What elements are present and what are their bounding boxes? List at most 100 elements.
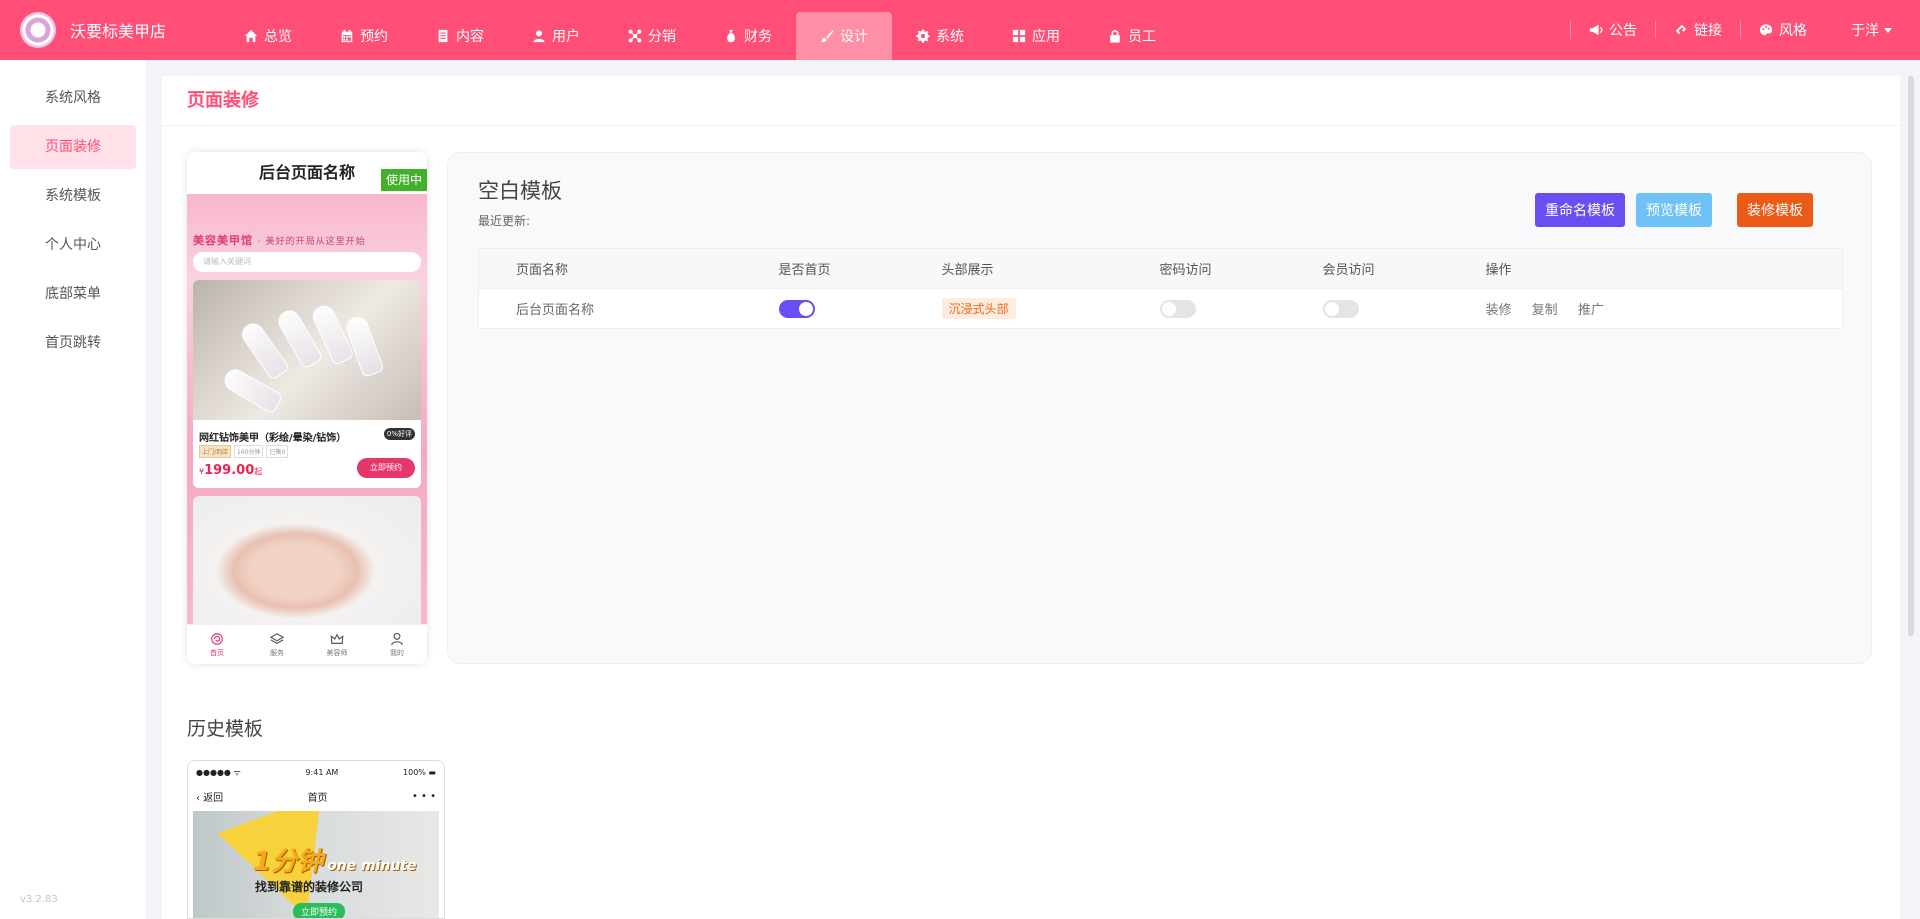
phone-preview[interactable]: 后台页面名称 使用中 美容美甲馆 · 美好的开局从这里开始 请输入关键词 网红钻…	[187, 152, 427, 664]
brush-icon	[820, 29, 834, 43]
decorate-template-button[interactable]: 装修模板	[1737, 193, 1813, 227]
product-tag: 160分钟	[234, 445, 264, 458]
palette-icon	[1759, 24, 1773, 36]
header-type-chip: 沉浸式头部	[941, 298, 1016, 319]
nav-label: 员工	[1128, 29, 1156, 45]
page-scrollbar[interactable]	[1908, 76, 1914, 636]
nav-item-staff[interactable]: 员工	[1084, 12, 1180, 60]
phone-banner: 美容美甲馆 · 美好的开局从这里开始	[193, 232, 366, 248]
nav-item-finance[interactable]: 财务	[700, 12, 796, 60]
sidebar-item-personal-center[interactable]: 个人中心	[10, 223, 136, 267]
phone-header: 后台页面名称 使用中	[187, 152, 427, 194]
tab-service: 服务	[247, 625, 307, 664]
link-label: 链接	[1694, 23, 1722, 39]
nail-product-image	[193, 280, 421, 420]
actions-cell: 装修 复制 推广	[1486, 289, 1843, 329]
rename-template-button[interactable]: 重命名模板	[1535, 193, 1625, 227]
sidebar-item-system-template[interactable]: 系统模板	[10, 174, 136, 218]
sidebar-item-page-decoration[interactable]: 页面装修	[10, 125, 136, 169]
nav-label: 应用	[1032, 29, 1060, 45]
phone-nav-title: 首页	[307, 792, 328, 804]
product-tags: 上门/到店 160分钟 已售0	[199, 445, 289, 458]
banner-subtitle: · 美好的开局从这里开始	[257, 237, 366, 247]
rating-badge: 0%好评	[383, 428, 415, 440]
password-access-toggle[interactable]	[1159, 299, 1196, 318]
main-content: 页面装修 后台页面名称 使用中 美容美甲馆 · 美好的开局从这里开始 请输入关键…	[162, 76, 1900, 919]
product-tag: 上门/到店	[199, 445, 232, 458]
history-banner-image: 1分钟 one minute 找到靠谱的装修公司 立即预约	[193, 811, 439, 918]
is-home-toggle[interactable]	[778, 299, 815, 318]
phone-page-name: 后台页面名称	[258, 163, 355, 182]
home-tab-icon	[211, 632, 223, 645]
nav-label: 财务	[744, 29, 772, 45]
sidebar-item-bottom-menu[interactable]: 底部菜单	[10, 272, 136, 316]
history-title: 历史模板	[187, 718, 264, 740]
style-link[interactable]: 风格	[1740, 21, 1825, 39]
nav-label: 总览	[264, 29, 292, 45]
top-navigation-bar: 沃要标美甲店 总览 预约 内容 用户 分销 财务 设计 系统 应用 员工 公告 …	[0, 0, 1920, 60]
username: 于洋	[1851, 23, 1879, 39]
calendar-icon	[341, 29, 353, 43]
grid-icon	[1012, 29, 1026, 43]
price-unit: 起	[254, 467, 263, 476]
decorate-action[interactable]: 装修	[1486, 303, 1512, 318]
signal-indicator: ●●●●● ᯤ	[196, 767, 241, 777]
announcement-link[interactable]: 公告	[1570, 21, 1655, 39]
store-name: 沃要标美甲店	[70, 22, 167, 41]
battery-percent: 100%	[403, 767, 426, 777]
nav-item-overview[interactable]: 总览	[220, 12, 316, 60]
phone-nav-bar: ‹ 返回 首页 • • •	[188, 783, 444, 809]
nav-item-design[interactable]: 设计	[796, 12, 892, 60]
promote-action[interactable]: 推广	[1578, 303, 1604, 318]
history-template-card[interactable]: ●●●●● ᯤ 9:41 AM 100% ▬ ‹ 返回 首页 • • • 1分钟…	[187, 760, 445, 919]
banner-subtitle: 找到靠谱的装修公司	[255, 880, 364, 894]
style-label: 风格	[1779, 23, 1807, 39]
link-link[interactable]: 链接	[1655, 21, 1740, 39]
copy-action[interactable]: 复制	[1532, 303, 1558, 318]
header-display-cell: 沉浸式头部	[941, 289, 1160, 329]
user-menu[interactable]: 于洋	[1825, 20, 1892, 40]
col-member-access: 会员访问	[1322, 248, 1486, 289]
nav-item-users[interactable]: 用户	[508, 12, 604, 60]
product-tag: 已售0	[266, 445, 289, 458]
preview-template-button[interactable]: 预览模板	[1636, 193, 1712, 227]
col-actions: 操作	[1485, 248, 1843, 289]
chevron-down-icon	[1884, 27, 1892, 33]
nav-item-system[interactable]: 系统	[892, 12, 988, 60]
password-access-cell	[1159, 289, 1323, 329]
tab-label: 美容师	[326, 648, 348, 657]
sidebar-item-system-style[interactable]: 系统风格	[10, 76, 136, 120]
tab-home: 首页	[187, 625, 247, 664]
money-bag-icon	[727, 29, 735, 43]
last-updated-label: 最近更新:	[478, 214, 531, 228]
nav-item-content[interactable]: 内容	[412, 12, 508, 60]
phone-tab-bar: 首页 服务 美容师 我的	[187, 624, 427, 664]
announcement-label: 公告	[1609, 23, 1637, 39]
pages-table: 页面名称 是否首页 头部展示 密码访问 会员访问 操作 后台页面名称 沉浸式头部…	[478, 248, 1843, 329]
brand[interactable]: 沃要标美甲店	[0, 12, 220, 48]
banner-button: 立即预约	[293, 903, 346, 918]
product-price: ¥199.00起	[199, 463, 262, 478]
table-row: 后台页面名称 沉浸式头部 装修 复制 推广	[479, 289, 1843, 329]
nav-item-booking[interactable]: 预约	[316, 12, 412, 60]
banner-big-text: 1分钟	[253, 847, 324, 877]
nav-item-distribution[interactable]: 分销	[604, 12, 700, 60]
nav-item-apps[interactable]: 应用	[988, 12, 1084, 60]
member-access-toggle[interactable]	[1322, 299, 1359, 318]
tab-label: 我的	[390, 648, 404, 657]
product-title: 网红钻饰美甲（彩绘/晕染/钻饰）	[199, 433, 347, 444]
nav-label: 内容	[456, 29, 484, 45]
top-right-tools: 公告 链接 风格 于洋	[1570, 0, 1892, 60]
book-now-button: 立即预约	[357, 458, 415, 478]
nav-label: 用户	[552, 29, 580, 45]
megaphone-icon	[1589, 24, 1603, 36]
in-use-badge: 使用中	[380, 169, 427, 191]
nav-label: 系统	[936, 29, 964, 45]
is-home-cell	[778, 289, 942, 329]
more-icon: • • •	[411, 790, 436, 802]
banner-title: 美容美甲馆	[193, 234, 253, 247]
nav-label: 预约	[360, 29, 388, 45]
user-icon	[533, 30, 545, 43]
sidebar-item-home-redirect[interactable]: 首页跳转	[10, 321, 136, 365]
document-icon	[438, 29, 448, 43]
